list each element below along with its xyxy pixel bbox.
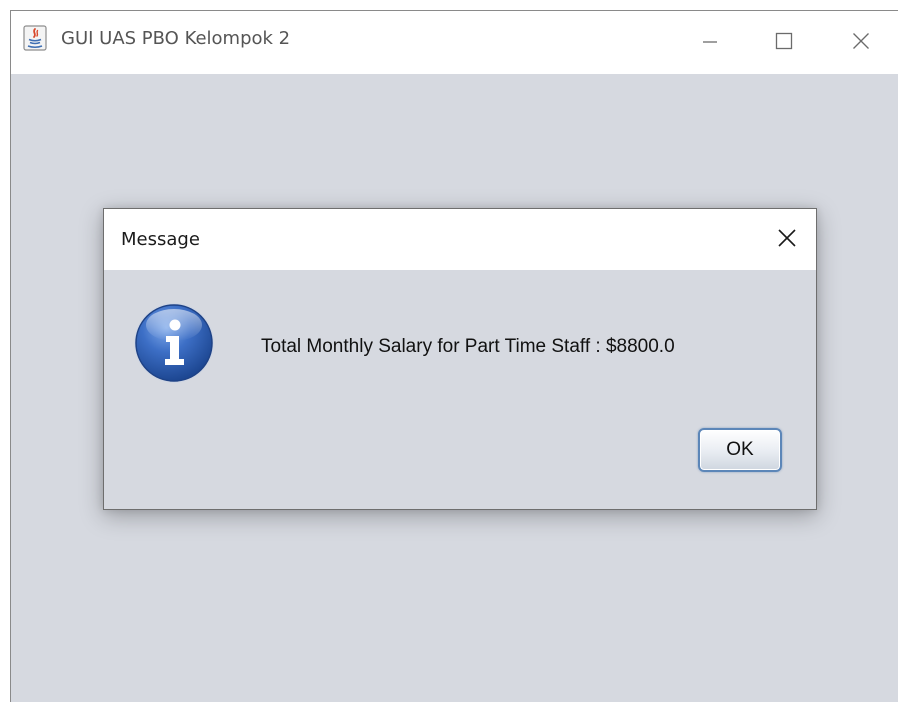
minimize-icon	[701, 32, 719, 54]
window-title: GUI UAS PBO Kelompok 2	[61, 28, 291, 49]
message-text: Total Monthly Salary for Part Time Staff…	[261, 336, 675, 357]
info-icon	[132, 301, 216, 385]
dialog-titlebar[interactable]: Message	[104, 209, 816, 270]
message-dialog: Message Total Monthly Salary for Part Ti…	[103, 208, 817, 510]
close-icon	[777, 228, 797, 252]
java-icon[interactable]	[23, 25, 47, 51]
close-icon	[852, 32, 870, 54]
ok-button[interactable]: OK	[698, 428, 782, 472]
maximize-icon	[775, 32, 793, 54]
window-titlebar[interactable]: GUI UAS PBO Kelompok 2	[11, 11, 898, 74]
dialog-close-button[interactable]	[758, 209, 816, 270]
window-close-button[interactable]	[831, 11, 891, 74]
dialog-title: Message	[121, 229, 200, 250]
maximize-button[interactable]	[754, 11, 814, 74]
minimize-button[interactable]	[680, 11, 740, 74]
